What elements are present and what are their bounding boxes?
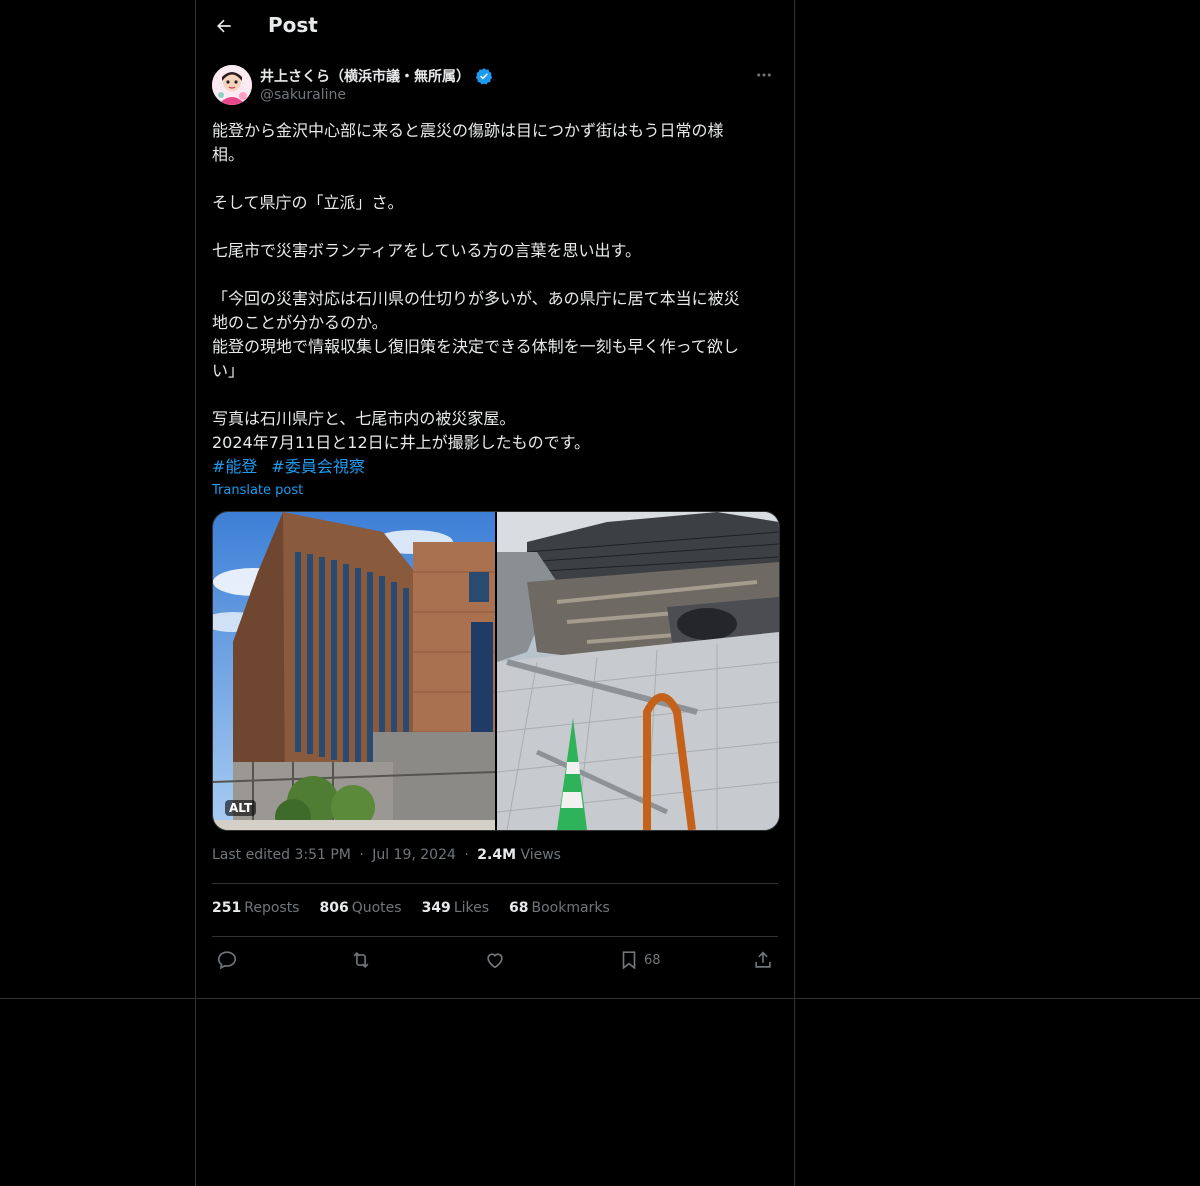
verified-badge-icon (475, 68, 493, 85)
page-title: Post (268, 13, 318, 37)
share-icon (755, 951, 771, 968)
alt-text-badge[interactable]: ALT (225, 800, 257, 816)
reply-icon (217, 951, 237, 970)
engagement-stats: 251 Reposts 806 Quotes 349 Likes 68 Bookmark… (212, 900, 630, 916)
photo-damaged-house[interactable] (497, 512, 779, 830)
reply-button[interactable] (216, 949, 238, 971)
hashtag-link[interactable]: #委員会視察 (271, 457, 364, 476)
like-button[interactable] (484, 949, 506, 971)
stat-reposts[interactable]: 251 Reposts (212, 900, 299, 916)
divider (212, 883, 778, 884)
action-bar: 68 (212, 947, 778, 977)
repost-icon (353, 951, 369, 969)
divider (212, 936, 778, 937)
media-grid: ALT (212, 511, 780, 831)
post-author: 井上さくら（横浜市議・無所属） @sakuraline (212, 64, 778, 108)
meta-separator: · (359, 847, 364, 863)
hashtags: #能登 #委員会視察 (212, 455, 379, 479)
edited-timestamp[interactable]: Last edited 3:51 PM (212, 847, 351, 863)
post-paragraph: 写真は石川県庁と、七尾市内の被災家屋。 2024年7月11日と12日に井上が撮影… (212, 409, 591, 452)
translate-post-link[interactable]: Translate post (212, 483, 303, 498)
hashtag-link[interactable]: #能登 (212, 457, 257, 476)
main-column: Post 井上さくら（横浜市議・無所属） @sakuraline 能登から金沢中… (195, 0, 795, 1186)
bookmark-icon (622, 951, 636, 970)
views-count: 2.4M (477, 847, 516, 863)
post-paragraph: 「今回の災害対応は石川県の仕切りが多いが、あの県庁に居て本当に被災 地のことが分… (212, 289, 740, 380)
avatar[interactable] (212, 65, 252, 105)
more-options-button[interactable] (750, 64, 778, 86)
post-date[interactable]: Jul 19, 2024 (372, 847, 456, 863)
post-meta: Last edited 3:51 PM · Jul 19, 2024 · 2.4… (212, 847, 561, 863)
post-paragraph: 七尾市で災害ボランティアをしている方の言葉を思い出す。 (212, 241, 641, 260)
section-divider (0, 998, 1200, 999)
photo-prefectural-office[interactable]: ALT (213, 512, 495, 830)
heart-icon (487, 953, 503, 969)
repost-button[interactable] (350, 949, 372, 971)
author-name-row: 井上さくら（横浜市議・無所属） (260, 66, 493, 86)
author-display-name[interactable]: 井上さくら（横浜市議・無所属） (260, 66, 470, 86)
post-text: 能登から金沢中心部に来ると震災の傷跡は目につかず街はもう日常の様 相。 そして県… (212, 119, 778, 455)
meta-separator: · (464, 847, 469, 863)
bookmark-button[interactable]: 68 (618, 949, 661, 971)
arrow-left-icon (217, 19, 231, 33)
stat-likes[interactable]: 349 Likes (422, 900, 489, 916)
more-dots-icon (757, 73, 771, 77)
stat-bookmarks[interactable]: 68 Bookmarks (509, 900, 610, 916)
back-button[interactable] (208, 10, 240, 42)
stat-quotes[interactable]: 806 Quotes (319, 900, 401, 916)
share-button[interactable] (752, 949, 774, 971)
views-label: Views (520, 847, 561, 863)
bookmark-count: 68 (644, 952, 661, 968)
post-paragraph: そして県庁の「立派」さ。 (212, 193, 404, 212)
author-handle[interactable]: @sakuraline (260, 87, 346, 103)
header: Post (196, 0, 794, 53)
post-paragraph: 能登から金沢中心部に来ると震災の傷跡は目につかず街はもう日常の様 相。 (212, 121, 724, 164)
